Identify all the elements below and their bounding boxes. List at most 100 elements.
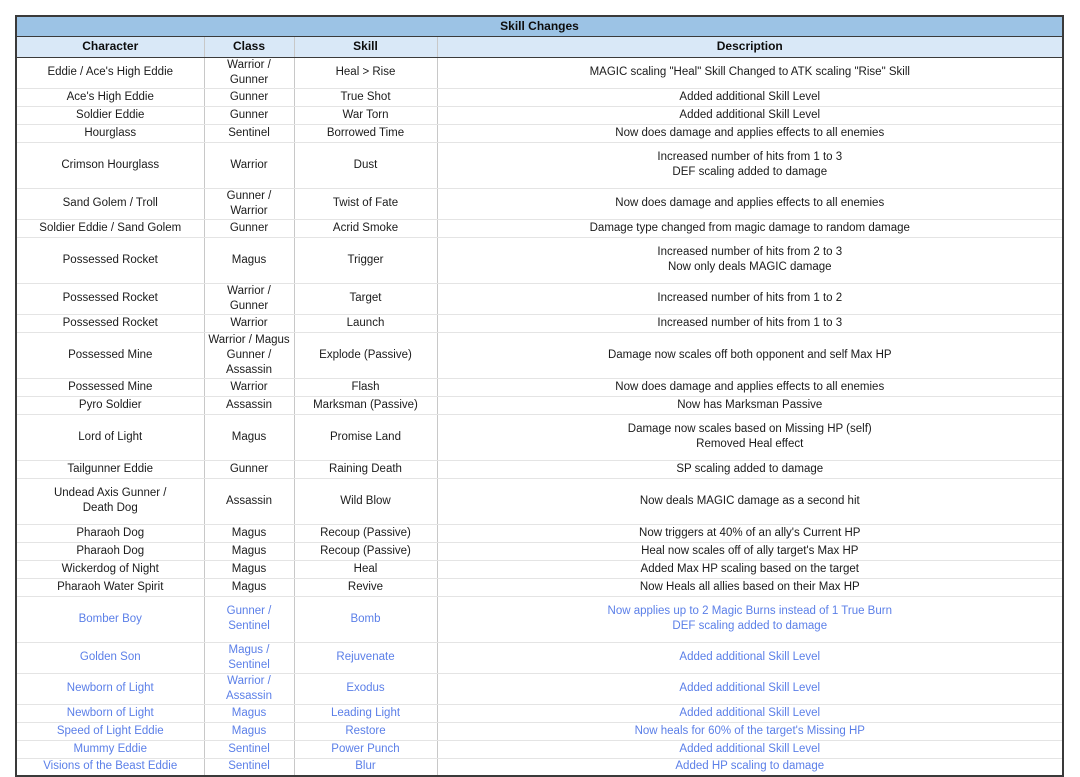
cell-skill[interactable]: Revive (294, 578, 437, 596)
cell-description[interactable]: Added additional Skill Level (437, 673, 1063, 704)
cell-character[interactable]: Newborn of Light (16, 673, 204, 704)
cell-description[interactable]: Now triggers at 40% of an ally's Current… (437, 524, 1063, 542)
cell-description[interactable]: Damage type changed from magic damage to… (437, 219, 1063, 237)
cell-skill[interactable]: War Torn (294, 106, 437, 124)
cell-character[interactable]: Newborn of Light (16, 704, 204, 722)
cell-skill[interactable]: Leading Light (294, 704, 437, 722)
cell-skill[interactable]: Recoup (Passive) (294, 542, 437, 560)
cell-class[interactable]: Assassin (204, 396, 294, 414)
cell-skill[interactable]: Wild Blow (294, 478, 437, 524)
cell-skill[interactable]: Bomb (294, 596, 437, 642)
cell-character[interactable]: Pyro Soldier (16, 396, 204, 414)
cell-character[interactable]: Hourglass (16, 124, 204, 142)
cell-skill[interactable]: Launch (294, 314, 437, 332)
cell-class[interactable]: Gunner (204, 460, 294, 478)
cell-skill[interactable]: Acrid Smoke (294, 219, 437, 237)
cell-character[interactable]: Bomber Boy (16, 596, 204, 642)
cell-skill[interactable]: Heal > Rise (294, 57, 437, 88)
cell-character[interactable]: Wickerdog of Night (16, 560, 204, 578)
cell-class[interactable]: Warrior (204, 142, 294, 188)
cell-class[interactable]: Gunner / Warrior (204, 188, 294, 219)
cell-character[interactable]: Pharaoh Water Spirit (16, 578, 204, 596)
cell-class[interactable]: Magus (204, 414, 294, 460)
cell-character[interactable]: Crimson Hourglass (16, 142, 204, 188)
cell-description[interactable]: Increased number of hits from 1 to 3 DEF… (437, 142, 1063, 188)
cell-skill[interactable]: Heal (294, 560, 437, 578)
cell-skill[interactable]: Marksman (Passive) (294, 396, 437, 414)
cell-skill[interactable]: Twist of Fate (294, 188, 437, 219)
cell-class[interactable]: Warrior (204, 378, 294, 396)
cell-class[interactable]: Assassin (204, 478, 294, 524)
column-header-description[interactable]: Description (437, 36, 1063, 57)
cell-description[interactable]: Now heals for 60% of the target's Missin… (437, 722, 1063, 740)
cell-character[interactable]: Speed of Light Eddie (16, 722, 204, 740)
cell-class[interactable]: Magus (204, 237, 294, 283)
cell-description[interactable]: Now does damage and applies effects to a… (437, 124, 1063, 142)
cell-skill[interactable]: Promise Land (294, 414, 437, 460)
cell-skill[interactable]: True Shot (294, 88, 437, 106)
cell-class[interactable]: Magus (204, 524, 294, 542)
column-header-class[interactable]: Class (204, 36, 294, 57)
cell-class[interactable]: Warrior / Assassin (204, 673, 294, 704)
cell-skill[interactable]: Exodus (294, 673, 437, 704)
cell-class[interactable]: Gunner (204, 88, 294, 106)
cell-description[interactable]: SP scaling added to damage (437, 460, 1063, 478)
cell-description[interactable]: Added additional Skill Level (437, 740, 1063, 758)
cell-description[interactable]: Now has Marksman Passive (437, 396, 1063, 414)
cell-character[interactable]: Soldier Eddie / Sand Golem (16, 219, 204, 237)
cell-character[interactable]: Undead Axis Gunner / Death Dog (16, 478, 204, 524)
cell-description[interactable]: Increased number of hits from 1 to 3 (437, 314, 1063, 332)
cell-description[interactable]: Added additional Skill Level (437, 106, 1063, 124)
cell-skill[interactable]: Flash (294, 378, 437, 396)
cell-class[interactable]: Sentinel (204, 758, 294, 776)
cell-class[interactable]: Magus (204, 722, 294, 740)
cell-character[interactable]: Pharaoh Dog (16, 542, 204, 560)
cell-description[interactable]: Increased number of hits from 1 to 2 (437, 283, 1063, 314)
cell-character[interactable]: Possessed Mine (16, 378, 204, 396)
cell-description[interactable]: Added additional Skill Level (437, 704, 1063, 722)
cell-character[interactable]: Eddie / Ace's High Eddie (16, 57, 204, 88)
cell-class[interactable]: Warrior (204, 314, 294, 332)
cell-character[interactable]: Mummy Eddie (16, 740, 204, 758)
cell-character[interactable]: Soldier Eddie (16, 106, 204, 124)
cell-class[interactable]: Magus (204, 542, 294, 560)
column-header-skill[interactable]: Skill (294, 36, 437, 57)
cell-character[interactable]: Sand Golem / Troll (16, 188, 204, 219)
cell-description[interactable]: MAGIC scaling "Heal" Skill Changed to AT… (437, 57, 1063, 88)
cell-class[interactable]: Magus (204, 560, 294, 578)
cell-description[interactable]: Added additional Skill Level (437, 88, 1063, 106)
cell-class[interactable]: Gunner / Sentinel (204, 596, 294, 642)
cell-skill[interactable]: Blur (294, 758, 437, 776)
cell-class[interactable]: Warrior / Magus Gunner / Assassin (204, 332, 294, 378)
cell-character[interactable]: Lord of Light (16, 414, 204, 460)
cell-class[interactable]: Gunner (204, 219, 294, 237)
cell-class[interactable]: Sentinel (204, 124, 294, 142)
cell-skill[interactable]: Restore (294, 722, 437, 740)
cell-character[interactable]: Pharaoh Dog (16, 524, 204, 542)
cell-character[interactable]: Possessed Rocket (16, 283, 204, 314)
cell-class[interactable]: Magus (204, 704, 294, 722)
cell-skill[interactable]: Power Punch (294, 740, 437, 758)
cell-class[interactable]: Warrior / Gunner (204, 283, 294, 314)
cell-class[interactable]: Warrior / Gunner (204, 57, 294, 88)
cell-description[interactable]: Increased number of hits from 2 to 3 Now… (437, 237, 1063, 283)
cell-character[interactable]: Ace's High Eddie (16, 88, 204, 106)
cell-skill[interactable]: Dust (294, 142, 437, 188)
cell-character[interactable]: Possessed Mine (16, 332, 204, 378)
cell-description[interactable]: Heal now scales off of ally target's Max… (437, 542, 1063, 560)
cell-character[interactable]: Possessed Rocket (16, 237, 204, 283)
cell-skill[interactable]: Target (294, 283, 437, 314)
cell-description[interactable]: Added Max HP scaling based on the target (437, 560, 1063, 578)
cell-description[interactable]: Now deals MAGIC damage as a second hit (437, 478, 1063, 524)
cell-skill[interactable]: Borrowed Time (294, 124, 437, 142)
cell-skill[interactable]: Explode (Passive) (294, 332, 437, 378)
cell-class[interactable]: Sentinel (204, 740, 294, 758)
cell-character[interactable]: Visions of the Beast Eddie (16, 758, 204, 776)
cell-description[interactable]: Now does damage and applies effects to a… (437, 378, 1063, 396)
cell-skill[interactable]: Trigger (294, 237, 437, 283)
cell-character[interactable]: Tailgunner Eddie (16, 460, 204, 478)
cell-class[interactable]: Magus (204, 578, 294, 596)
cell-description[interactable]: Now does damage and applies effects to a… (437, 188, 1063, 219)
cell-description[interactable]: Added HP scaling to damage (437, 758, 1063, 776)
column-header-character[interactable]: Character (16, 36, 204, 57)
